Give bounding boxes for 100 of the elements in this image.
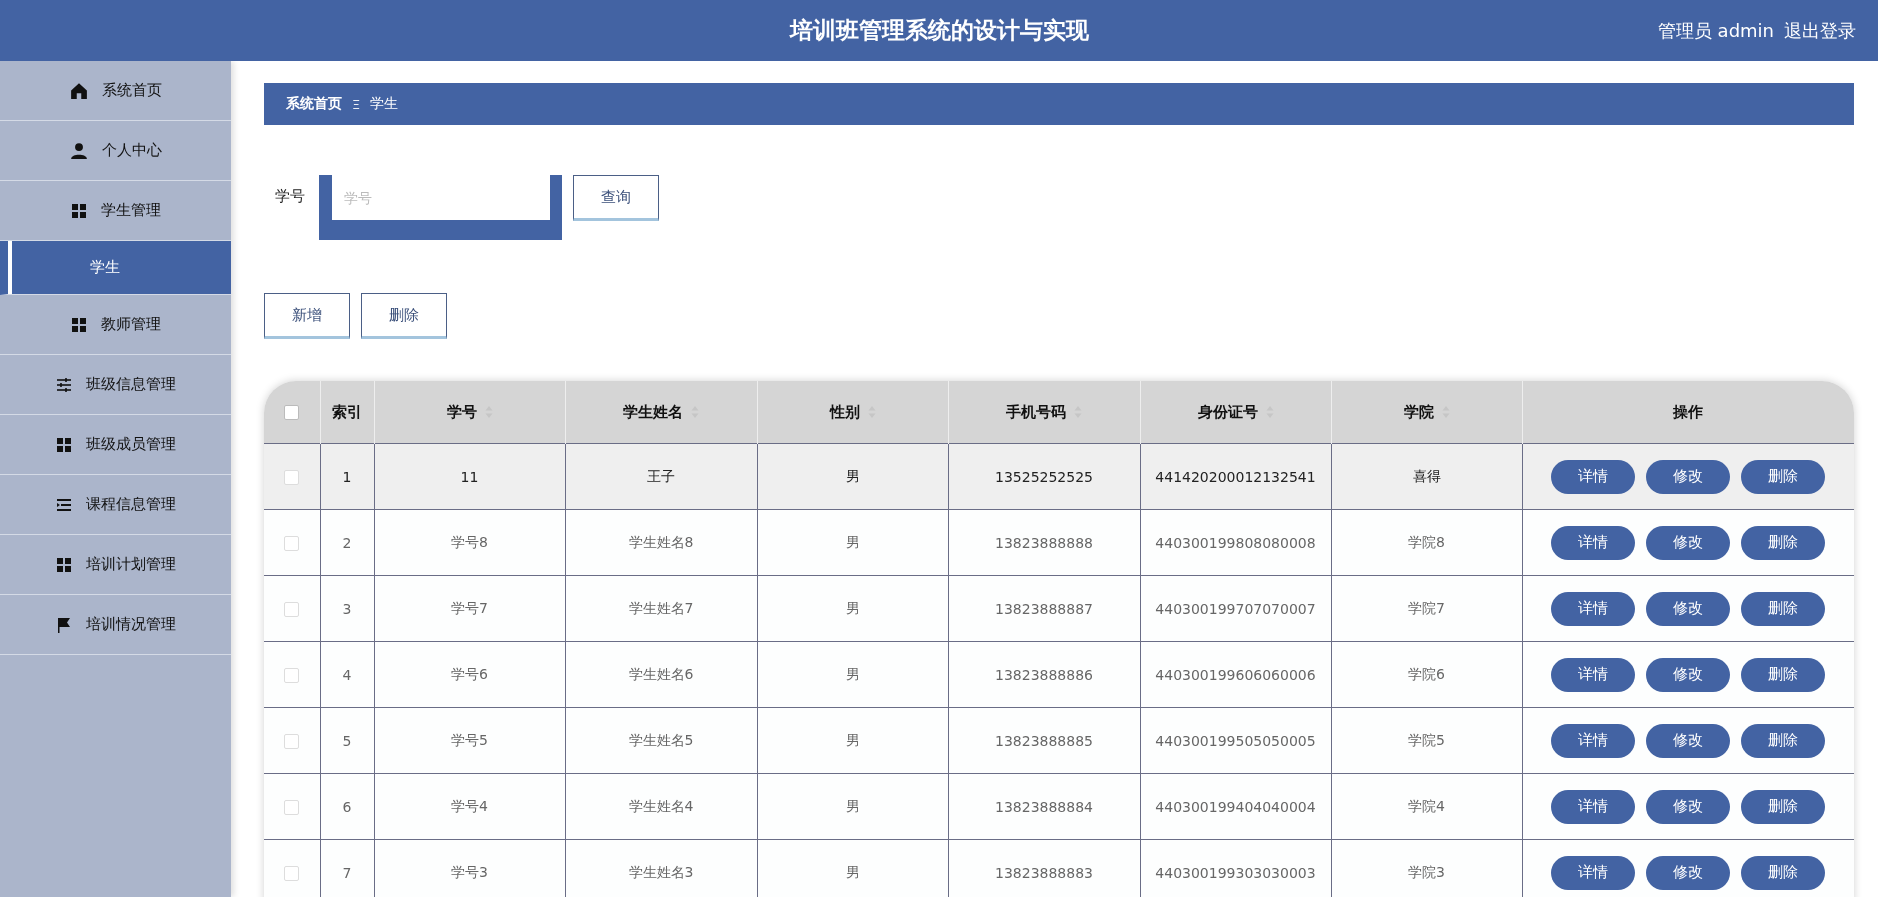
column-header: 操作 <box>1673 402 1704 422</box>
table-cell: 6 <box>342 798 352 815</box>
table-cell: 13525252525 <box>995 468 1093 485</box>
edit-button[interactable]: 修改 <box>1646 855 1731 890</box>
breadcrumb-link[interactable]: 学生 <box>370 95 399 113</box>
edit-button[interactable]: 修改 <box>1646 525 1731 560</box>
details-button[interactable]: 详情 <box>1551 789 1636 824</box>
edit-button[interactable]: 修改 <box>1646 789 1731 824</box>
row-checkbox[interactable] <box>284 601 300 617</box>
delete-button[interactable]: 删除 <box>1741 525 1826 560</box>
table-cell: 男 <box>845 665 860 682</box>
table-cell: 学号7 <box>451 599 488 616</box>
details-button[interactable]: 详情 <box>1551 855 1636 890</box>
details-button[interactable]: 详情 <box>1551 723 1636 758</box>
list-icon <box>55 496 72 513</box>
table-cell: 喜得 <box>1412 467 1441 484</box>
table-cell: 男 <box>845 863 860 880</box>
details-button[interactable]: 详情 <box>1551 657 1636 692</box>
delete-button[interactable]: 删除 <box>1741 657 1826 692</box>
table-cell: 学院3 <box>1408 863 1445 880</box>
table-cell: 440300199606060006 <box>1155 666 1316 683</box>
table-cell: 5 <box>342 732 352 749</box>
table-cell: 学生姓名8 <box>628 533 694 550</box>
table-cell: 441420200012132541 <box>1155 468 1316 485</box>
table-cell: 13823888888 <box>995 534 1093 551</box>
table-cell: 男 <box>845 467 860 484</box>
grid-icon <box>55 556 72 573</box>
sidebar-item[interactable]: 课程信息管理 <box>0 475 231 535</box>
details-button[interactable]: 详情 <box>1551 459 1636 494</box>
row-checkbox[interactable] <box>284 667 300 683</box>
table-cell: 440300199505050005 <box>1155 732 1316 749</box>
user-label: 管理员 admin <box>1657 18 1774 43</box>
column-header: 性别 <box>829 402 860 422</box>
column-header: 学生姓名 <box>623 402 683 422</box>
table-cell: 13823888883 <box>995 864 1093 881</box>
edit-button[interactable]: 修改 <box>1646 591 1731 626</box>
table-cell: 男 <box>845 599 860 616</box>
grid-icon <box>70 316 87 333</box>
table-cell: 男 <box>845 533 860 550</box>
table-cell: 13823888886 <box>995 666 1093 683</box>
search-field[interactable]: 学号 <box>319 175 562 240</box>
table-cell: 男 <box>845 731 860 748</box>
app-title: 培训班管理系统的设计与实现 <box>789 16 1089 45</box>
table-cell: 学号3 <box>451 863 488 880</box>
row-checkbox[interactable] <box>284 865 300 881</box>
table-cell: 3 <box>342 600 352 617</box>
sidebar-item[interactable]: 班级信息管理 <box>0 355 231 415</box>
sidebar-item[interactable]: 系统首页 <box>0 61 231 121</box>
sidebar-item[interactable]: 班级成员管理 <box>0 415 231 475</box>
table-cell: 4 <box>342 666 352 683</box>
select-all-checkbox[interactable] <box>284 405 300 420</box>
table-cell: 学生姓名7 <box>628 599 694 616</box>
column-header: 身份证号 <box>1197 402 1258 422</box>
table-cell: 7 <box>342 864 352 881</box>
details-button[interactable]: 详情 <box>1551 525 1636 560</box>
delete-button[interactable]: 删除 <box>1741 789 1826 824</box>
table-cell: 学号5 <box>451 731 488 748</box>
sidebar-item[interactable]: 个人中心 <box>0 121 231 181</box>
row-checkbox[interactable] <box>284 535 300 551</box>
table-cell: 13823888884 <box>995 798 1093 815</box>
add-button[interactable]: 新增 <box>264 293 350 339</box>
row-checkbox[interactable] <box>284 799 300 815</box>
table-cell: 男 <box>845 797 860 814</box>
home-icon <box>69 81 88 100</box>
column-header: 学院 <box>1403 402 1434 422</box>
sidebar-item[interactable]: 培训计划管理 <box>0 535 231 595</box>
table-cell: 13823888885 <box>995 732 1093 749</box>
table-cell: 学院7 <box>1408 599 1445 616</box>
sidebar-subitem[interactable]: 学生 <box>0 241 231 295</box>
edit-button[interactable]: 修改 <box>1646 657 1731 692</box>
delete-button[interactable]: 删除 <box>1741 723 1826 758</box>
logout-link[interactable]: 退出登录 <box>1784 18 1856 43</box>
query-button[interactable]: 查询 <box>573 175 659 221</box>
delete-button[interactable]: 删除 <box>361 293 447 339</box>
person-icon <box>69 141 88 160</box>
sidebar-item[interactable]: 培训情况管理 <box>0 595 231 655</box>
delete-button[interactable]: 删除 <box>1741 591 1826 626</box>
table-cell: 学院4 <box>1408 797 1445 814</box>
delete-button[interactable]: 删除 <box>1741 459 1826 494</box>
table-cell: 学号4 <box>451 797 488 814</box>
table-cell: 王子 <box>647 467 675 484</box>
table-cell: 440300199303030003 <box>1155 864 1316 881</box>
table-cell: 13823888887 <box>995 600 1093 617</box>
field-label: 学号 <box>275 187 305 206</box>
sliders-icon <box>55 376 72 393</box>
table-cell: 学号6 <box>451 665 488 682</box>
sidebar-item[interactable]: 教师管理 <box>0 295 231 355</box>
table-cell: 440300199404040004 <box>1155 798 1316 815</box>
row-checkbox[interactable] <box>284 469 300 485</box>
edit-button[interactable]: 修改 <box>1646 723 1731 758</box>
grid-icon <box>70 202 87 219</box>
column-header: 手机号码 <box>1006 402 1066 422</box>
edit-button[interactable]: 修改 <box>1646 459 1731 494</box>
table-cell: 学院8 <box>1408 533 1445 550</box>
breadcrumb-link[interactable]: 系统首页 <box>286 95 342 113</box>
column-header: 索引 <box>332 402 362 422</box>
table-cell: 440300199707070007 <box>1155 600 1316 617</box>
details-button[interactable]: 详情 <box>1551 591 1636 626</box>
row-checkbox[interactable] <box>284 733 300 749</box>
delete-button[interactable]: 删除 <box>1741 855 1826 890</box>
